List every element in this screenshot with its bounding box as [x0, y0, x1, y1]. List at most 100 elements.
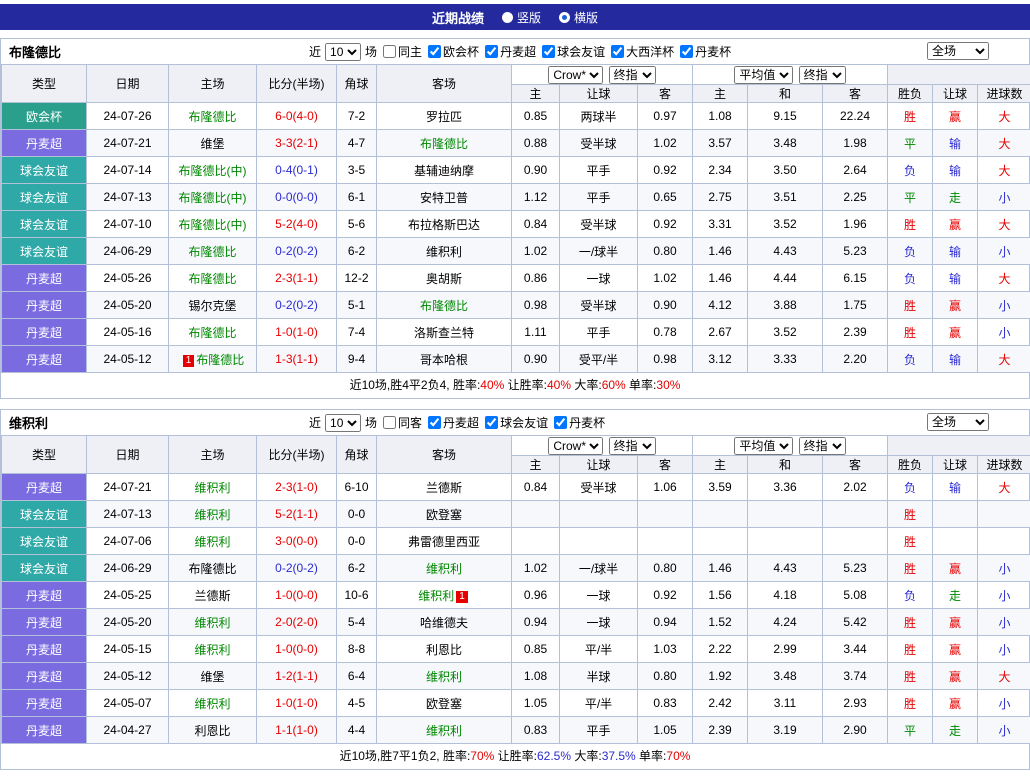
match-row: 球会友谊24-07-13布隆德比(中)0-0(0-0)6-1安特卫普1.12平手…	[2, 184, 1030, 211]
result-winloss: 胜	[888, 103, 933, 130]
league-filter-checkbox[interactable]	[428, 45, 441, 58]
odds-handicap: 受平/半	[560, 346, 638, 373]
match-date: 24-05-07	[87, 690, 169, 717]
result-winloss: 负	[888, 582, 933, 609]
league-filter[interactable]: 欧会杯	[428, 43, 479, 60]
radio-selected-icon[interactable]	[559, 12, 570, 23]
result-goals: 小	[978, 184, 1030, 211]
home-team: 维积利	[169, 474, 257, 501]
odds-away: 0.97	[638, 103, 693, 130]
home-team: 布隆德比	[169, 265, 257, 292]
recent-count-select[interactable]: 10	[325, 43, 361, 61]
league-filter[interactable]: 球会友谊	[485, 414, 548, 431]
avg-away-odds: 5.23	[823, 238, 888, 265]
same-venue-checkbox[interactable]	[383, 45, 396, 58]
league-filter-checkbox[interactable]	[485, 416, 498, 429]
odds-home: 0.85	[512, 103, 560, 130]
league-filter[interactable]: 丹麦超	[428, 414, 479, 431]
avg-draw-odds: 3.52	[748, 319, 823, 346]
odds-away: 1.06	[638, 474, 693, 501]
col-subheader-goals: 进球数	[978, 85, 1030, 103]
same-venue-filter[interactable]: 同客	[383, 414, 422, 431]
league-filter-checkbox[interactable]	[428, 416, 441, 429]
league-filter[interactable]: 球会友谊	[542, 43, 605, 60]
match-date: 24-05-16	[87, 319, 169, 346]
odds-stage-select[interactable]: 终指	[609, 66, 656, 84]
bookmaker-select[interactable]: Crow*	[548, 66, 603, 84]
odds-stage-select[interactable]: 终指	[609, 437, 656, 455]
col-subheader-avg-home: 主	[693, 456, 748, 474]
result-goals: 大	[978, 663, 1030, 690]
odds-away: 0.92	[638, 157, 693, 184]
league-filter-checkbox[interactable]	[611, 45, 624, 58]
league-filter-checkbox[interactable]	[554, 416, 567, 429]
team-label: 基辅迪纳摩	[414, 164, 474, 178]
average-select[interactable]: 平均值	[734, 66, 793, 84]
away-team: 罗拉匹	[377, 103, 512, 130]
team-label: 欧登塞	[426, 697, 462, 711]
same-venue-checkbox[interactable]	[383, 416, 396, 429]
summary-segment: 让胜率:	[494, 749, 537, 763]
result-goals: 小	[978, 717, 1030, 744]
same-venue-filter[interactable]: 同主	[383, 43, 422, 60]
matches-table: 类型 日期 主场 比分(半场) 角球 客场 Crow* 终指 平均值 终指 主 …	[1, 64, 1030, 373]
score: 1-3(1-1)	[257, 346, 337, 373]
col-subheader-avg-draw: 和	[748, 85, 823, 103]
score: 3-0(0-0)	[257, 528, 337, 555]
average-stage-select[interactable]: 终指	[799, 437, 846, 455]
league-filter[interactable]: 丹麦超	[485, 43, 536, 60]
odds-home: 1.02	[512, 238, 560, 265]
odds-away: 0.65	[638, 184, 693, 211]
col-subheader-avg-away: 客	[823, 456, 888, 474]
league-filter-label: 丹麦超	[443, 414, 479, 431]
radio-unselected-icon[interactable]	[502, 12, 513, 23]
col-subheader-avg-home: 主	[693, 85, 748, 103]
avg-home-odds: 2.39	[693, 717, 748, 744]
result-winloss: 胜	[888, 501, 933, 528]
team-label: 布隆德比	[188, 326, 236, 340]
average-selector-cell: 平均值 终指	[693, 65, 888, 85]
odds-home: 1.05	[512, 690, 560, 717]
full-match-select[interactable]: 全场	[927, 413, 989, 431]
avg-away-odds: 1.96	[823, 211, 888, 238]
recent-count-select[interactable]: 10	[325, 414, 361, 432]
team-label: 兰德斯	[426, 481, 462, 495]
league-filter-checkbox[interactable]	[485, 45, 498, 58]
col-header-corner: 角球	[337, 436, 377, 474]
result-handicap: 赢	[933, 211, 978, 238]
bookmaker-select[interactable]: Crow*	[548, 437, 603, 455]
avg-home-odds: 2.22	[693, 636, 748, 663]
result-goals: 小	[978, 582, 1030, 609]
average-stage-select[interactable]: 终指	[799, 66, 846, 84]
layout-option-horizontal[interactable]: 横版	[559, 9, 598, 26]
summary-segment: 胜率:	[443, 749, 470, 763]
match-row: 球会友谊24-07-06维积利3-0(0-0)0-0弗雷德里西亚胜	[2, 528, 1030, 555]
score: 1-1(1-0)	[257, 717, 337, 744]
league-filter-checkbox[interactable]	[542, 45, 555, 58]
average-select[interactable]: 平均值	[734, 437, 793, 455]
score: 0-4(0-1)	[257, 157, 337, 184]
home-team: 布隆德比	[169, 319, 257, 346]
full-match-select[interactable]: 全场	[927, 42, 989, 60]
col-subheader-odds-handicap: 让球	[560, 456, 638, 474]
home-team: 兰德斯	[169, 582, 257, 609]
league-filter-group: 丹麦超球会友谊丹麦杯	[422, 414, 605, 432]
match-date: 24-07-21	[87, 130, 169, 157]
avg-home-odds: 1.46	[693, 238, 748, 265]
team-label: 布隆德比(中)	[179, 191, 247, 205]
league-filter-label: 球会友谊	[557, 43, 605, 60]
league-filter-checkbox[interactable]	[680, 45, 693, 58]
team-label: 奥胡斯	[426, 272, 462, 286]
layout-option-vertical[interactable]: 竖版	[502, 9, 541, 26]
avg-away-odds: 3.74	[823, 663, 888, 690]
league-filter[interactable]: 大西洋杯	[611, 43, 674, 60]
result-handicap: 输	[933, 157, 978, 184]
match-row: 球会友谊24-07-10布隆德比(中)5-2(4-0)5-6布拉格斯巴达0.84…	[2, 211, 1030, 238]
odds-away: 0.98	[638, 346, 693, 373]
odds-selector-cell: Crow* 终指	[512, 65, 693, 85]
league-filter[interactable]: 丹麦杯	[554, 414, 605, 431]
odds-handicap: 受半球	[560, 474, 638, 501]
summary-segment: 大率:	[571, 749, 602, 763]
league-filter[interactable]: 丹麦杯	[680, 43, 731, 60]
avg-home-odds: 1.46	[693, 265, 748, 292]
